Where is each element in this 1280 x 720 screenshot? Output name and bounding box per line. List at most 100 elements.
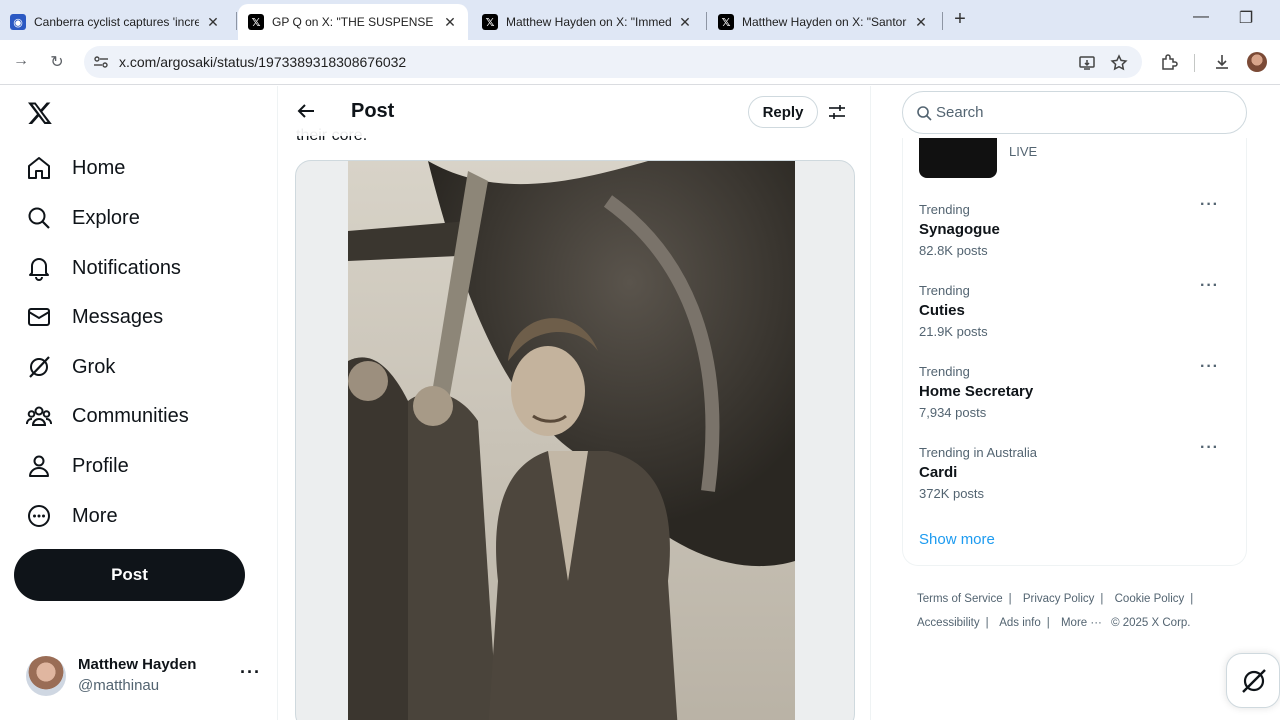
trend-count: 82.8K posts (919, 243, 988, 258)
close-icon[interactable]: ✕ (913, 14, 929, 31)
account-handle: @matthinau (78, 677, 160, 694)
abc-icon: ◉ (10, 14, 26, 30)
footer-link[interactable]: Terms of Service (917, 593, 1003, 605)
nav-notifications[interactable]: Notifications (26, 248, 181, 288)
person-icon (29, 455, 49, 477)
trend-category: Trending in Australia (919, 445, 1038, 460)
footer-link[interactable]: Cookie Policy (1115, 593, 1185, 605)
search-placeholder: Search (936, 104, 984, 121)
live-badge: LIVE (1009, 144, 1038, 159)
divider: | (1046, 617, 1050, 629)
close-icon[interactable]: ✕ (442, 14, 458, 31)
nav-home[interactable]: Home (26, 148, 125, 188)
nav-communities[interactable]: Communities (26, 396, 189, 436)
divider: | (1008, 593, 1012, 605)
footer-link[interactable]: More ··· (1061, 617, 1102, 629)
communities-icon (26, 406, 52, 426)
x-logo-icon[interactable] (27, 100, 53, 126)
footer-link[interactable]: Privacy Policy (1023, 593, 1095, 605)
footer-link[interactable]: Accessibility (917, 617, 980, 629)
account-switcher[interactable]: Matthew Hayden @matthinau ··· (26, 654, 266, 698)
post-header: Post Reply (279, 86, 870, 136)
post-photo[interactable] (348, 161, 795, 720)
divider: | (1190, 593, 1194, 605)
nav-grok[interactable]: Grok (26, 347, 115, 387)
home-icon (28, 157, 50, 179)
page-title: Post (351, 100, 395, 122)
tab-separator (942, 12, 943, 30)
search-icon (28, 207, 50, 229)
trend-item[interactable]: Trending Synagogue 82.8K posts ··· (919, 196, 1229, 272)
more-dots-icon[interactable]: ··· (1200, 277, 1219, 295)
trend-category: Trending (919, 364, 970, 379)
site-settings-icon[interactable] (93, 54, 109, 70)
divider: | (1100, 593, 1104, 605)
main-column: Post Reply their core. (279, 86, 871, 720)
download-icon[interactable] (1212, 52, 1232, 72)
new-tab-icon[interactable]: + (949, 8, 971, 31)
close-icon[interactable]: ✕ (205, 14, 221, 31)
nav-label: Home (72, 156, 126, 179)
tab-title: GP Q on X: "THE SUSPENSE 😱 ( (272, 15, 436, 29)
footer-links: Terms of Service | Privacy Policy | Cookie… (917, 587, 1237, 635)
more-dots-icon[interactable]: ··· (1200, 358, 1219, 376)
search-input[interactable]: Search (902, 91, 1247, 134)
extensions-icon[interactable] (1159, 52, 1179, 72)
nav-more[interactable]: More (26, 496, 118, 536)
trend-name: Synagogue (919, 221, 1000, 238)
post-media[interactable] (295, 160, 855, 720)
more-dots-icon[interactable]: ··· (1200, 439, 1219, 457)
browser-tab-strip: ◉ Canberra cyclist captures 'incre ✕ 𝕏 G… (0, 0, 1280, 40)
tab-separator (236, 12, 237, 30)
avatar (26, 656, 66, 696)
install-app-icon[interactable] (1078, 54, 1096, 72)
reload-icon[interactable]: ↻ (46, 52, 68, 72)
tab-separator (706, 12, 707, 30)
close-icon[interactable]: ✕ (677, 14, 693, 31)
nav-label: More (72, 504, 118, 527)
browser-tab-1[interactable]: ◉ Canberra cyclist captures 'incre ✕ (0, 4, 231, 40)
account-name: Matthew Hayden (78, 656, 197, 673)
show-more-link[interactable]: Show more (919, 531, 995, 548)
bookmark-star-icon[interactable] (1110, 54, 1128, 72)
nav-explore[interactable]: Explore (26, 198, 140, 238)
nav-messages[interactable]: Messages (26, 297, 163, 337)
trend-name: Cuties (919, 302, 965, 319)
divider: | (985, 617, 989, 629)
sliders-icon[interactable] (828, 103, 846, 121)
nav-label: Messages (72, 305, 164, 328)
more-dots-icon[interactable]: ··· (240, 662, 261, 683)
reply-button[interactable]: Reply (748, 96, 818, 128)
back-arrow-icon[interactable] (296, 101, 316, 121)
tab-title: Matthew Hayden on X: "Immed (506, 15, 671, 29)
grok-icon (29, 356, 50, 378)
trend-item[interactable]: Trending Home Secretary 7,934 posts ··· (919, 358, 1229, 434)
browser-tab-4[interactable]: 𝕏 Matthew Hayden on X: "Santor ✕ (708, 4, 939, 40)
browser-tab-3[interactable]: 𝕏 Matthew Hayden on X: "Immed ✕ (472, 4, 703, 40)
search-icon (917, 106, 932, 121)
trend-item[interactable]: Trending in Australia Cardi 372K posts ·… (919, 439, 1229, 515)
omnibox[interactable]: x.com/argosaki/status/197338931830867603… (84, 46, 1142, 78)
x-icon: 𝕏 (718, 14, 734, 30)
forward-icon[interactable]: → (10, 52, 32, 70)
browser-profile-avatar[interactable] (1247, 52, 1267, 72)
trend-item[interactable]: Trending Cuties 21.9K posts ··· (919, 277, 1229, 353)
footer-link[interactable]: Ads info (999, 617, 1041, 629)
nav-label: Grok (72, 355, 116, 378)
browser-tab-2[interactable]: 𝕏 GP Q on X: "THE SUSPENSE 😱 ( ✕ (238, 4, 468, 40)
trend-name: Cardi (919, 464, 958, 481)
nav-label: Communities (72, 404, 189, 427)
trend-count: 7,934 posts (919, 405, 987, 420)
grok-floating-button[interactable] (1226, 653, 1280, 708)
photo-illustration (348, 161, 795, 720)
live-thumbnail[interactable] (919, 138, 997, 178)
nav-profile[interactable]: Profile (26, 446, 129, 486)
tab-title: Matthew Hayden on X: "Santor (742, 15, 907, 29)
minimize-icon[interactable]: — (1189, 8, 1213, 26)
url-text[interactable]: x.com/argosaki/status/197338931830867603… (119, 54, 406, 70)
trend-name: Home Secretary (919, 383, 1034, 400)
mail-icon (28, 308, 50, 326)
more-dots-icon[interactable]: ··· (1200, 196, 1219, 214)
post-button[interactable]: Post (14, 549, 245, 601)
restore-icon[interactable]: ❐ (1234, 8, 1258, 28)
